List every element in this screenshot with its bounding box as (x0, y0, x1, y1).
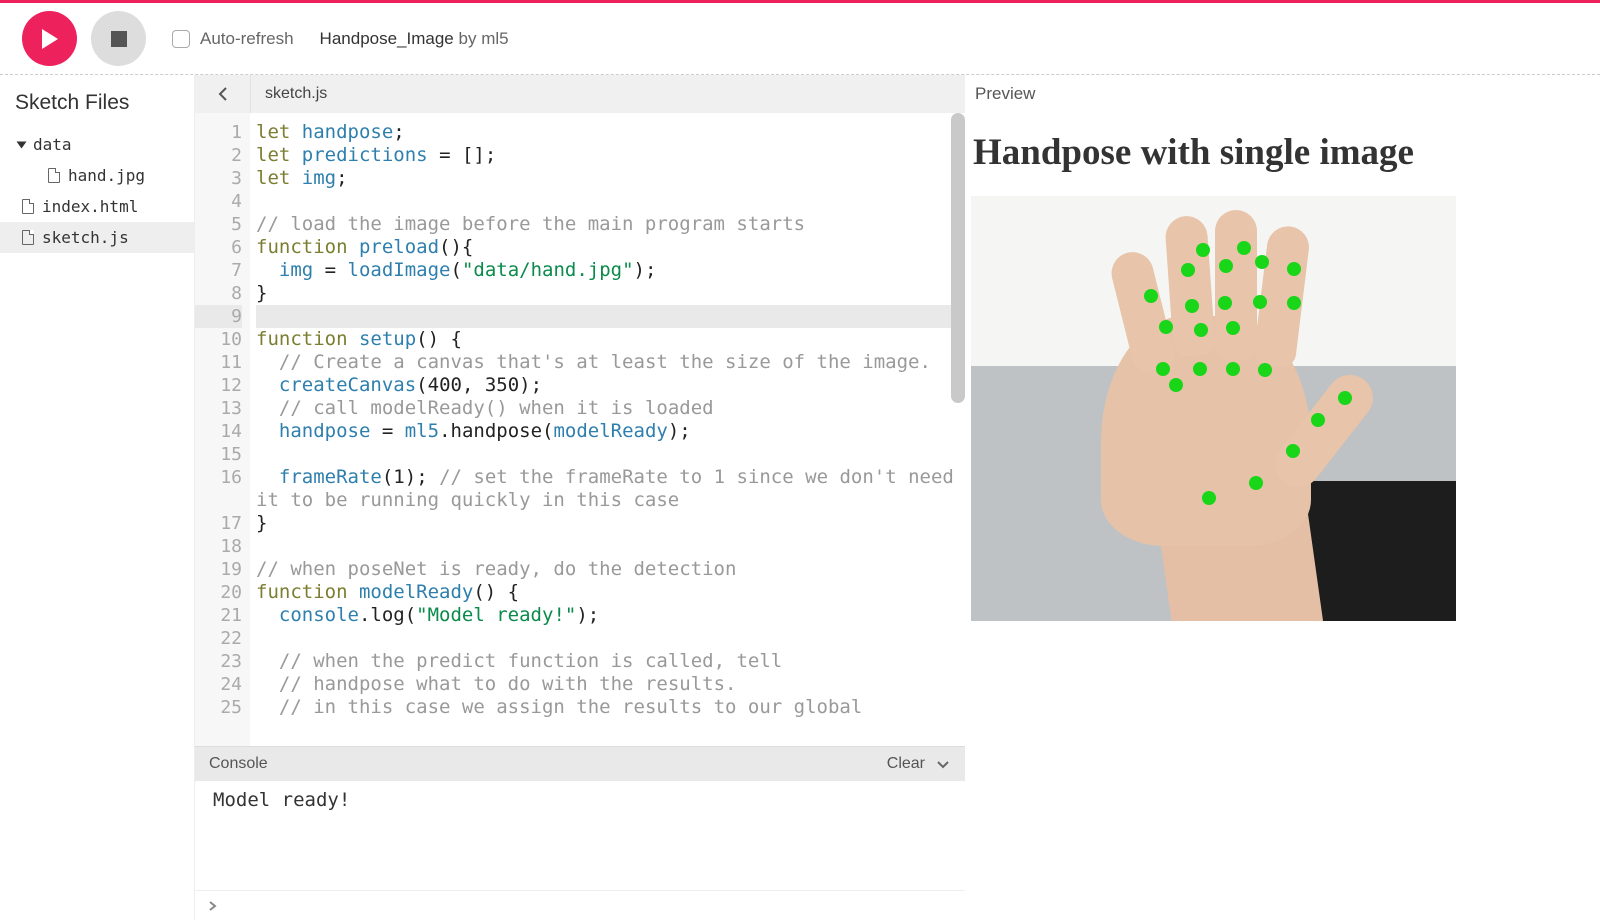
console-panel: Console Clear Model ready! (195, 746, 965, 920)
toolbar: Auto-refresh Handpose_Image by ml5 (0, 0, 1600, 75)
checkbox-icon (172, 30, 190, 48)
triangle-down-icon (17, 141, 27, 148)
hand-keypoint (1219, 259, 1233, 273)
editor-pane: sketch.js 12345678910111213141516 171819… (195, 75, 965, 920)
file-icon (48, 168, 60, 183)
hand-keypoint (1169, 378, 1183, 392)
scrollbar-vertical[interactable] (951, 113, 965, 403)
hand-keypoint (1181, 263, 1195, 277)
hand-keypoint (1287, 262, 1301, 276)
run-button[interactable] (22, 11, 77, 66)
hand-keypoint (1202, 491, 1216, 505)
file-icon (22, 199, 34, 214)
hand-keypoint (1185, 299, 1199, 313)
hand-keypoint (1286, 444, 1300, 458)
hand-keypoint (1196, 243, 1210, 257)
editor-tab[interactable]: sketch.js (251, 85, 341, 103)
hand-keypoint (1258, 363, 1272, 377)
preview-pane: Preview Handpose with single image (965, 75, 1600, 920)
file-item[interactable]: sketch.js (0, 222, 194, 253)
hand-keypoint (1194, 323, 1208, 337)
file-explorer: Sketch Files datahand.jpgindex.htmlsketc… (0, 75, 195, 920)
hand-keypoint (1255, 255, 1269, 269)
hand-keypoint (1218, 296, 1232, 310)
folder-item[interactable]: data (0, 129, 194, 160)
hand-keypoint (1193, 362, 1207, 376)
console-message: Model ready! (213, 789, 947, 811)
code-editor[interactable]: 12345678910111213141516 1718192021222324… (195, 113, 965, 746)
preview-heading: Handpose with single image (973, 131, 1594, 174)
sketch-meta: Handpose_Image by ml5 (320, 29, 509, 49)
hand-finger (1215, 210, 1257, 360)
hand-keypoint (1156, 362, 1170, 376)
stop-button[interactable] (91, 11, 146, 66)
console-input[interactable] (195, 890, 965, 920)
hand-keypoint (1226, 362, 1240, 376)
auto-refresh-label: Auto-refresh (200, 29, 294, 49)
editor-header: sketch.js (195, 75, 965, 113)
hand-keypoint (1237, 241, 1251, 255)
hand-keypoint (1249, 476, 1263, 490)
code-body[interactable]: let handpose;let predictions = [];let im… (250, 113, 965, 746)
sketch-name[interactable]: Handpose_Image (320, 29, 454, 48)
collapse-files-button[interactable] (195, 75, 251, 113)
chevron-down-icon[interactable] (935, 756, 951, 772)
file-item[interactable]: hand.jpg (0, 160, 194, 191)
stop-icon (111, 31, 127, 47)
hand-keypoint (1144, 289, 1158, 303)
chevron-right-icon (207, 900, 219, 912)
console-output: Model ready! (195, 781, 965, 890)
preview-canvas (971, 196, 1456, 621)
hand-keypoint (1311, 413, 1325, 427)
play-icon (40, 28, 60, 50)
hand-keypoint (1253, 295, 1267, 309)
author-link[interactable]: ml5 (481, 29, 508, 48)
file-explorer-title: Sketch Files (0, 75, 194, 129)
auto-refresh-toggle[interactable]: Auto-refresh (172, 29, 294, 49)
hand-keypoint (1226, 321, 1240, 335)
console-clear-button[interactable]: Clear (887, 755, 925, 773)
hand-keypoint (1287, 296, 1301, 310)
line-gutter: 12345678910111213141516 1718192021222324… (195, 113, 250, 746)
console-title: Console (209, 755, 268, 773)
file-item[interactable]: index.html (0, 191, 194, 222)
chevron-left-icon (215, 86, 231, 102)
console-header: Console Clear (195, 747, 965, 781)
hand-keypoint (1159, 320, 1173, 334)
file-icon (22, 230, 34, 245)
hand-keypoint (1338, 391, 1352, 405)
preview-label: Preview (971, 75, 1594, 113)
